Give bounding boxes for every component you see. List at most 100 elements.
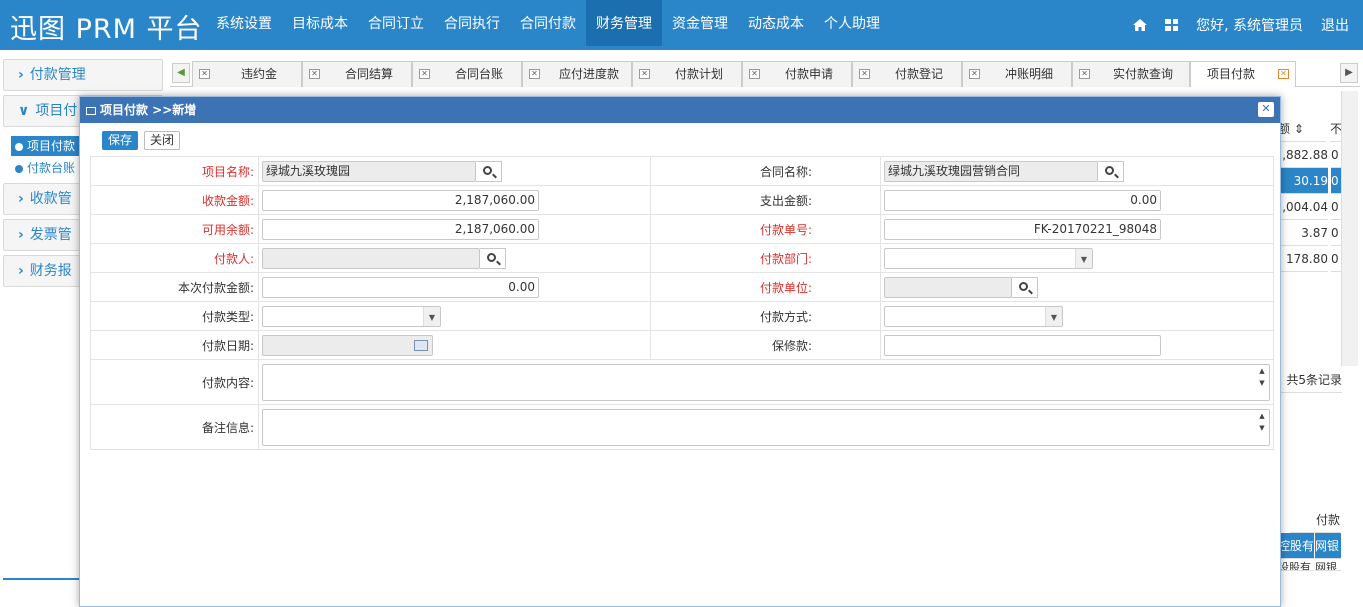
tab-scroll-left-icon[interactable]: ◀ xyxy=(172,63,190,83)
grid-cell: 0 xyxy=(1331,246,1341,272)
nav-target-cost[interactable]: 目标成本 xyxy=(282,0,358,46)
nav-dynamic-cost[interactable]: 动态成本 xyxy=(738,0,814,46)
pay-method-select[interactable]: ▼ xyxy=(884,305,1063,327)
tab-contract-settlement[interactable]: ✕ 合同结算 xyxy=(302,61,412,87)
this-amount-input[interactable]: 0.00 xyxy=(262,276,539,298)
content-label: 付款内容: xyxy=(90,359,259,405)
chevron-right-icon: › xyxy=(18,227,24,243)
retention-label: 保修款: xyxy=(650,330,881,360)
pay-unit-input[interactable] xyxy=(884,276,1012,298)
remarks-label: 备注信息: xyxy=(90,404,259,450)
contract-name-input[interactable]: 绿城九溪玫瑰园营销合同 xyxy=(884,160,1098,182)
pay-unit-label: 付款单位: xyxy=(650,272,881,302)
nav-funds[interactable]: 资金管理 xyxy=(662,0,738,46)
pay-type-select[interactable]: ▼ xyxy=(262,305,441,327)
content-textarea[interactable]: ▲ ▼ xyxy=(262,363,1270,401)
circle-arrow-icon xyxy=(15,142,23,151)
retention-input[interactable] xyxy=(884,334,1161,356)
tab-offset-detail[interactable]: ✕ 冲账明细 xyxy=(962,61,1072,87)
nav-finance[interactable]: 财务管理 xyxy=(586,0,662,46)
dialog-title: 项目付款 >>新增 xyxy=(100,103,197,117)
close-icon[interactable]: ✕ xyxy=(639,69,650,79)
close-icon[interactable]: ✕ xyxy=(749,69,760,79)
save-button[interactable]: 保存 xyxy=(102,131,139,150)
search-icon[interactable] xyxy=(476,160,502,182)
close-icon[interactable]: ✕ xyxy=(199,69,210,79)
logout-link[interactable]: 退出 xyxy=(1321,15,1349,35)
receive-amount-input[interactable]: 2,187,060.00 xyxy=(262,189,539,211)
pay-date-label: 付款日期: xyxy=(90,330,259,360)
contract-name-label: 合同名称: xyxy=(650,156,881,186)
vertical-scrollbar[interactable] xyxy=(1341,91,1358,366)
payer-input[interactable] xyxy=(262,247,480,269)
tab-strip: ◀ ✕ 违约金 ✕ 合同结算 ✕ 合同台账 ✕ 应付进度款 ✕ 付款计划 ✕ 付款申请 ✕ 付… xyxy=(170,59,1360,87)
pay-method-label: 付款方式: xyxy=(650,301,881,331)
calendar-icon[interactable] xyxy=(414,339,428,351)
window-icon xyxy=(86,107,96,115)
grid-cell: 0 xyxy=(1331,168,1341,194)
payment-form: 项目名称: 绿城九溪玫瑰园 合同名称: 绿城九溪玫瑰园营销合同 收款金额: 2,… xyxy=(90,156,1274,450)
close-icon[interactable]: ✕ xyxy=(969,69,980,79)
grid-icon[interactable] xyxy=(1165,19,1179,31)
main-nav: 系统设置 目标成本 合同订立 合同执行 合同付款 财务管理 资金管理 动态成本 … xyxy=(206,0,890,46)
chevron-down-icon[interactable]: ▼ xyxy=(1075,248,1092,268)
grid-header: 付款 xyxy=(1290,507,1340,533)
close-icon[interactable]: ✕ xyxy=(529,69,540,79)
nav-contract-execute[interactable]: 合同执行 xyxy=(434,0,510,46)
chevron-right-icon: › xyxy=(18,263,24,279)
textarea-scrollbar[interactable]: ▲ ▼ xyxy=(1255,410,1269,445)
expense-amount-input[interactable]: 0.00 xyxy=(884,189,1161,211)
nav-contract-payment[interactable]: 合同付款 xyxy=(510,0,586,46)
project-name-label: 项目名称: xyxy=(90,156,259,186)
grid-header: 额 ⇕ xyxy=(1278,116,1326,142)
textarea-scrollbar[interactable]: ▲ ▼ xyxy=(1255,365,1269,400)
nav-system-settings[interactable]: 系统设置 xyxy=(206,0,282,46)
app-logo: 迅图 PRM 平台 xyxy=(10,14,203,45)
sidebar-group-payment-mgmt[interactable]: › 付款管理 xyxy=(3,59,163,91)
close-icon[interactable]: ✕ xyxy=(309,69,320,79)
this-amount-label: 本次付款金额: xyxy=(90,272,259,302)
home-icon[interactable] xyxy=(1133,19,1148,31)
chevron-down-icon[interactable]: ▼ xyxy=(1045,306,1062,326)
user-greeting: 您好, 系统管理员 xyxy=(1196,18,1303,34)
expense-amount-label: 支出金额: xyxy=(650,185,881,215)
search-icon[interactable] xyxy=(480,247,506,269)
close-icon[interactable]: ✕ xyxy=(419,69,430,79)
tab-payment-plan[interactable]: ✕ 付款计划 xyxy=(632,61,742,87)
tab-project-payment[interactable]: 项目付款 ✕ xyxy=(1190,61,1296,87)
search-icon[interactable] xyxy=(1012,276,1038,298)
grid-cell[interactable]: 控股有 xyxy=(1278,533,1314,559)
dialog-close-icon[interactable]: ✕ xyxy=(1258,102,1274,117)
payment-no-input[interactable]: FK-20170221_98048 xyxy=(884,218,1161,240)
top-bar: 迅图 PRM 平台 系统设置 目标成本 合同订立 合同执行 合同付款 财务管理 … xyxy=(0,0,1363,50)
circle-arrow-icon xyxy=(15,164,23,173)
remarks-textarea[interactable]: ▲ ▼ xyxy=(262,408,1270,446)
tab-contract-ledger[interactable]: ✕ 合同台账 xyxy=(412,61,522,87)
project-name-input[interactable]: 绿城九溪玫瑰园 xyxy=(262,160,476,182)
dialog-header: 项目付款 >>新增 xyxy=(80,97,1280,123)
tab-payment-register[interactable]: ✕ 付款登记 xyxy=(852,61,962,87)
available-balance-input[interactable]: 2,187,060.00 xyxy=(262,218,539,240)
tab-penalty[interactable]: ✕ 违约金 xyxy=(192,61,302,87)
grid-cell: 0 xyxy=(1331,142,1341,168)
receive-amount-label: 收款金额: xyxy=(90,185,259,215)
nav-contract-sign[interactable]: 合同订立 xyxy=(358,0,434,46)
close-icon[interactable]: ✕ xyxy=(1278,69,1289,79)
chevron-right-icon: › xyxy=(18,191,24,207)
search-icon[interactable] xyxy=(1098,160,1124,182)
top-right: 您好, 系统管理员 退出 xyxy=(1133,0,1349,50)
pay-department-select[interactable]: ▼ xyxy=(884,247,1093,269)
grid-cell[interactable]: 网银 xyxy=(1315,533,1341,559)
grid-cell: 网银 xyxy=(1315,557,1341,571)
close-button[interactable]: 关闭 xyxy=(144,131,181,150)
tab-scroll-right-icon[interactable]: ▶ xyxy=(1340,63,1358,83)
close-icon[interactable]: ✕ xyxy=(1079,69,1090,79)
tab-payment-request[interactable]: ✕ 付款申请 xyxy=(742,61,852,87)
tab-progress-payment[interactable]: ✕ 应付进度款 xyxy=(522,61,632,87)
nav-assistant[interactable]: 个人助理 xyxy=(814,0,890,46)
tab-actual-payment-query[interactable]: ✕ 实付款查询 xyxy=(1072,61,1190,87)
sidebar-divider xyxy=(3,578,83,580)
chevron-down-icon[interactable]: ▼ xyxy=(423,306,440,326)
close-icon[interactable]: ✕ xyxy=(859,69,870,79)
pay-date-input[interactable] xyxy=(262,334,433,356)
